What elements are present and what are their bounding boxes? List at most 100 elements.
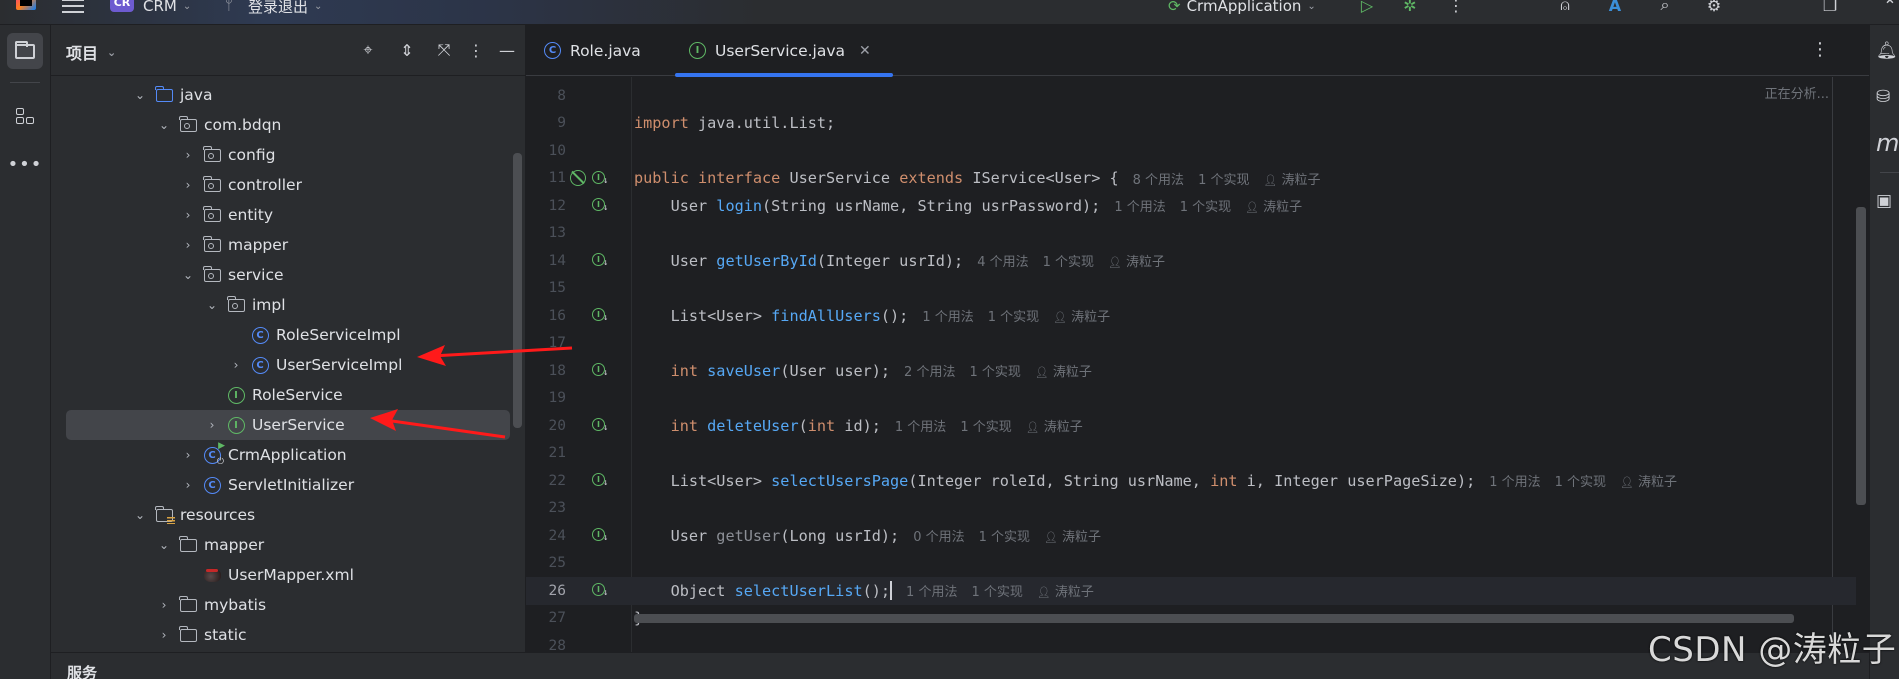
- chevron-down-icon[interactable]: ⌄: [132, 88, 148, 102]
- usages-hint[interactable]: 0 个用法: [913, 530, 964, 545]
- locate-icon[interactable]: ⌖: [357, 39, 379, 61]
- line-number[interactable]: 9: [526, 115, 566, 131]
- tree-item-resources[interactable]: ⌄ resources: [66, 500, 510, 530]
- tab-options-icon[interactable]: ⋮: [1811, 39, 1829, 60]
- line-number[interactable]: 27: [526, 610, 566, 626]
- author-hint[interactable]: 👤︎ 涛粒子: [1263, 173, 1320, 188]
- usages-hint[interactable]: 1 个用法: [1114, 200, 1165, 215]
- usages-hint[interactable]: 4 个用法: [977, 255, 1028, 270]
- vertical-scrollbar[interactable]: [1856, 207, 1866, 505]
- line-number[interactable]: 12: [526, 198, 566, 214]
- add-user-icon[interactable]: ⍝: [1553, 0, 1577, 16]
- more-tools-button[interactable]: •••: [7, 146, 43, 182]
- app-logo-icon[interactable]: [16, 0, 36, 10]
- chevron-right-icon[interactable]: ›: [156, 628, 172, 642]
- code-line[interactable]: 11 I ↓ public interface UserService extends…: [526, 165, 1856, 193]
- implemented-gutter-icon[interactable]: I ↓: [592, 583, 608, 598]
- chevron-right-icon[interactable]: ›: [180, 208, 196, 222]
- tree-item-impl[interactable]: ⌄ impl: [66, 290, 510, 320]
- tree-item-servletinitializer[interactable]: › C ServletInitializer: [66, 470, 510, 500]
- usages-hint[interactable]: 2 个用法: [904, 365, 955, 380]
- tree-item-mapper-package[interactable]: › mapper: [66, 230, 510, 260]
- implementations-hint[interactable]: 1 个实现: [1555, 475, 1606, 490]
- tree-item-controller[interactable]: › controller: [66, 170, 510, 200]
- author-hint[interactable]: 👤︎ 涛粒子: [1620, 475, 1677, 490]
- run-icon[interactable]: ▷: [1355, 0, 1379, 16]
- tree-item-roleservice[interactable]: I RoleService: [66, 380, 510, 410]
- horizontal-scrollbar[interactable]: [634, 614, 1794, 623]
- implementations-hint[interactable]: 1 个实现: [971, 585, 1022, 600]
- implementations-hint[interactable]: 1 个实现: [1043, 255, 1094, 270]
- code-line[interactable]: 16 I ↓ List<User> findAllUsers (); 1 个用法 1 个实…: [526, 302, 1856, 330]
- tree-item-config[interactable]: › config: [66, 140, 510, 170]
- line-number[interactable]: 24: [526, 528, 566, 544]
- implemented-gutter-icon[interactable]: I ↓: [592, 198, 608, 213]
- tree-item-entity[interactable]: › entity: [66, 200, 510, 230]
- usages-hint[interactable]: 1 个用法: [922, 310, 973, 325]
- options-icon[interactable]: ⋮: [465, 39, 487, 61]
- code-line[interactable]: 8: [526, 82, 1856, 110]
- project-tool-button[interactable]: [7, 33, 43, 69]
- line-number[interactable]: 19: [526, 390, 566, 406]
- line-number[interactable]: 14: [526, 253, 566, 269]
- tab-userservice-java[interactable]: I UserService.java ✕: [675, 25, 893, 77]
- chevron-right-icon[interactable]: ›: [204, 418, 220, 432]
- chevron-right-icon[interactable]: ›: [228, 358, 244, 372]
- usages-hint[interactable]: 8 个用法: [1133, 173, 1184, 188]
- collapse-all-icon[interactable]: ⤧: [433, 39, 455, 61]
- implemented-gutter-icon[interactable]: I ↓: [592, 473, 608, 488]
- search-icon[interactable]: ⌕: [1653, 0, 1677, 16]
- usages-hint[interactable]: 1 个用法: [906, 585, 957, 600]
- more-actions-icon[interactable]: ⋮: [1444, 0, 1468, 16]
- ai-assistant-icon[interactable]: ▣: [1876, 189, 1899, 213]
- line-number[interactable]: 28: [526, 638, 566, 652]
- expand-all-icon[interactable]: ⇕: [396, 39, 418, 61]
- author-hint[interactable]: 👤︎ 涛粒子: [1044, 530, 1101, 545]
- code-line[interactable]: 15: [526, 275, 1856, 303]
- implementations-hint[interactable]: 1 个实现: [969, 365, 1020, 380]
- code-line[interactable]: 23: [526, 495, 1856, 523]
- project-view-selector[interactable]: 项目 ⌄: [66, 40, 116, 64]
- chevron-right-icon[interactable]: ›: [156, 598, 172, 612]
- implementations-hint[interactable]: 1 个实现: [988, 310, 1039, 325]
- line-number[interactable]: 8: [526, 88, 566, 104]
- debug-icon[interactable]: ✲: [1398, 0, 1422, 16]
- line-number[interactable]: 26: [526, 583, 566, 599]
- chevron-right-icon[interactable]: ›: [180, 478, 196, 492]
- chevron-down-icon[interactable]: ⌄: [180, 268, 196, 282]
- code-line[interactable]: 10: [526, 137, 1856, 165]
- line-number[interactable]: 18: [526, 363, 566, 379]
- tree-item-usermapper-xml[interactable]: UserMapper.xml: [66, 560, 510, 590]
- project-tree-scrollbar[interactable]: [513, 153, 522, 428]
- tree-item-roleserviceimpl[interactable]: C RoleServiceImpl: [66, 320, 510, 350]
- author-hint[interactable]: 👤︎ 涛粒子: [1026, 420, 1083, 435]
- branch-switcher[interactable]: 登录退出 ⌄: [248, 0, 322, 18]
- code-line[interactable]: 20 I ↓ int deleteUser(int id); 1 个用法 1 个实现 👤︎…: [526, 412, 1856, 440]
- chevron-right-icon[interactable]: ›: [180, 448, 196, 462]
- notifications-icon[interactable]: 🔔︎: [1876, 39, 1899, 63]
- chevron-down-icon[interactable]: ⌄: [132, 508, 148, 522]
- project-switcher[interactable]: CRM ⌄: [143, 0, 191, 18]
- tree-item-static[interactable]: › static: [66, 620, 510, 650]
- code-line[interactable]: 24 I ↓ User getUser (Long usrId); 0 个用法 1 个实现…: [526, 522, 1856, 550]
- implementations-hint[interactable]: 1 个实现: [1180, 200, 1231, 215]
- main-menu-icon[interactable]: [62, 0, 84, 18]
- implementations-hint[interactable]: 1 个实现: [979, 530, 1030, 545]
- tree-item-userservice[interactable]: › I UserService: [66, 410, 510, 440]
- line-number[interactable]: 11: [526, 170, 566, 186]
- line-number[interactable]: 13: [526, 225, 566, 241]
- translate-icon[interactable]: A: [1603, 0, 1627, 16]
- hide-panel-icon[interactable]: —: [496, 39, 518, 61]
- code-line[interactable]: 14 I ↓ User getUserById (Integer usrId); 4 个…: [526, 247, 1856, 275]
- code-line[interactable]: 26 I ↓ Object selectUserList (); 1 个用法 1 个实现 👤…: [526, 577, 1856, 605]
- implemented-gutter-icon[interactable]: I ↓: [592, 418, 608, 433]
- tab-role-java[interactable]: C Role.java: [544, 25, 641, 76]
- line-number[interactable]: 15: [526, 280, 566, 296]
- settings-icon[interactable]: ⚙: [1702, 0, 1726, 16]
- author-hint[interactable]: 👤︎ 涛粒子: [1053, 310, 1110, 325]
- line-number[interactable]: 16: [526, 308, 566, 324]
- line-number[interactable]: 17: [526, 335, 566, 351]
- code-line[interactable]: 13: [526, 220, 1856, 248]
- close-tab-icon[interactable]: ✕: [859, 43, 871, 59]
- line-number[interactable]: 22: [526, 473, 566, 489]
